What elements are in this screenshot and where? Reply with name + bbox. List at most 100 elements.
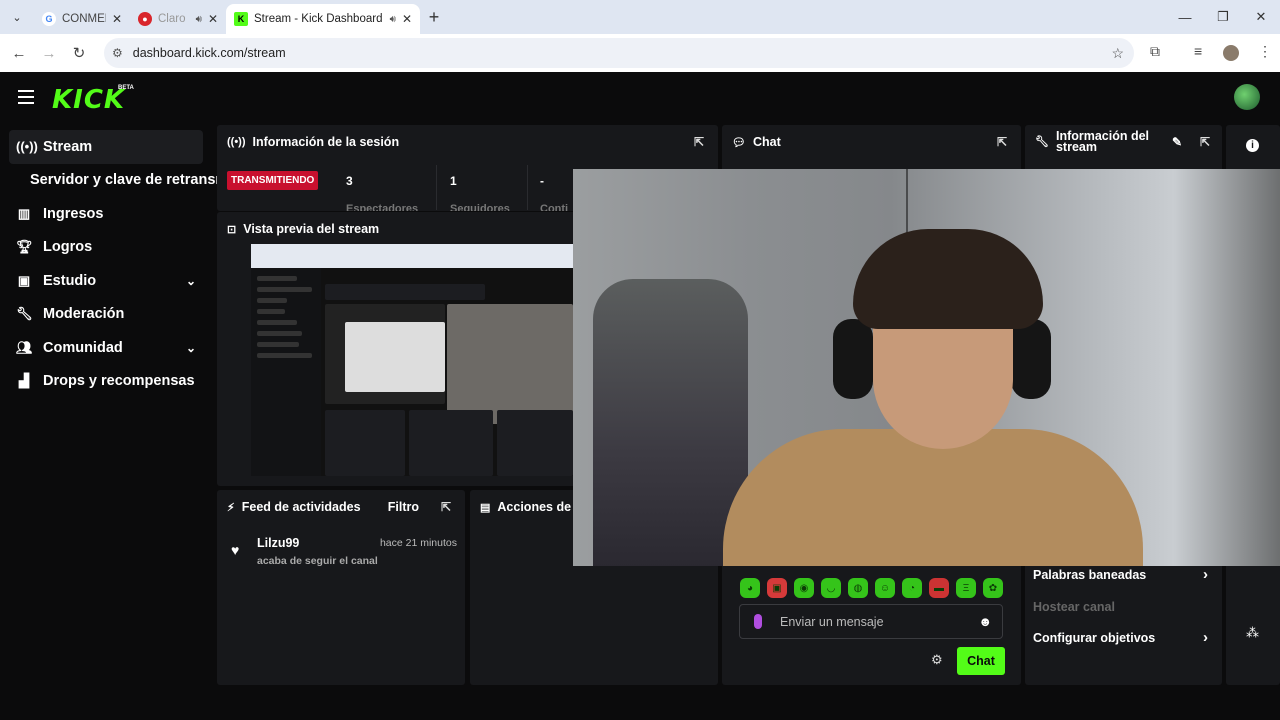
banned-words-link[interactable]: Palabras baneadas › [1033,566,1208,583]
preview-main [325,284,573,476]
close-window-icon[interactable]: ✕ [1242,0,1280,34]
forward-icon[interactable]: → [34,45,64,62]
microphone-icon[interactable] [754,614,762,629]
sidebar-item-label: Moderación [43,306,125,323]
edit-icon[interactable]: ✎ [1172,136,1182,148]
emoji-icon[interactable]: ☻ [978,614,992,629]
close-tab-icon[interactable]: ✕ [112,12,122,26]
emote-icon[interactable]: ✿ [983,578,1003,598]
emote-icon[interactable]: ▣ [767,578,787,598]
panel-header: 🔧︎ Información del stream ✎ ⇱ [1025,125,1222,159]
speaker-icon[interactable]: 🔊︎ [390,14,396,25]
popout-icon[interactable]: ⇱ [1200,136,1210,148]
top-navigation: KICK BETA [0,72,1280,124]
banned-words-label: Palabras baneadas [1033,568,1147,582]
heart-icon: ♥ [231,542,240,558]
url-field[interactable]: ⚙ dashboard.kick.com/stream ☆ [104,38,1134,68]
media-control-icon[interactable]: ≡ [1194,43,1202,59]
emote-icon[interactable]: ☺ [875,578,895,598]
browser-tab-conmebol[interactable]: G CONMEB ✕ [34,4,130,34]
site-settings-icon[interactable]: ⚙ [112,46,123,60]
kick-logo[interactable]: KICK [52,85,125,115]
panel-title: Información del stream [1055,129,1150,154]
sidebar-item-estudio[interactable]: ▣ Estudio ⌄ [0,264,214,298]
google-icon: G [42,12,56,26]
popout-icon[interactable]: ⇱ [997,135,1007,149]
sidebar-item-ingresos[interactable]: ▥ Ingresos [0,197,214,231]
emote-icon[interactable]: ◉ [794,578,814,598]
sidebar-item-drops[interactable]: ▟ Drops y recompensas [0,365,214,399]
emote-icon[interactable]: ◍ [848,578,868,598]
sidebar-item-server-key[interactable]: Servidor y clave de retransm [0,164,228,198]
followers-label: Seguidores [450,203,510,211]
emote-icon[interactable]: ◔ [902,578,922,598]
panel-title: Información de la sesión [252,135,400,149]
lightning-icon: ⚡︎ [227,501,235,514]
filter-button[interactable]: Filtro [388,500,419,514]
sidebar-item-label: Logros [43,239,93,256]
panel-header: ⚡︎ Feed de actividades Filtro ⇱ [217,490,465,524]
claro-icon: ● [138,12,152,26]
close-tab-icon[interactable]: ✕ [402,12,412,26]
browser-address-bar: ← → ↻ ⚙ dashboard.kick.com/stream ☆ ⧉ ≡ … [0,34,1280,72]
sidebar-item-comunidad[interactable]: 👥︎ Comunidad ⌄ [0,331,214,365]
feed-timestamp: hace 21 minutos [379,537,457,549]
back-icon[interactable]: ← [4,45,34,62]
browser-tab-kick-dashboard[interactable]: K Stream - Kick Dashboard 🔊︎ ✕ [226,4,420,34]
preview-icon: ⊡ [227,223,237,236]
wrench-icon: 🔧︎ [1035,135,1049,148]
menu-icon[interactable] [18,90,34,104]
profile-avatar-icon[interactable] [1223,45,1239,61]
popout-icon[interactable]: ⇱ [694,135,704,149]
bookmark-star-icon[interactable]: ☆ [1111,45,1124,62]
browser-menu-icon[interactable]: ⋮ [1258,43,1272,60]
kick-favicon-icon: K [234,12,248,26]
reload-icon[interactable]: ↻ [64,44,94,62]
restore-icon[interactable]: ❐ [1204,0,1242,34]
info-icon[interactable]: i [1246,139,1259,152]
tab-title: Claro [158,13,186,25]
send-chat-button[interactable]: Chat [957,647,1005,675]
studio-icon: ▣ [17,272,31,288]
sidebar-item-stream[interactable]: ((•)) Stream [9,130,203,164]
chat-message-input[interactable]: Enviar un mensaje ☻ [739,604,1003,639]
chevron-right-icon: › [1203,629,1208,646]
chevron-down-icon[interactable]: ⌄ [186,341,196,355]
user-avatar[interactable] [1234,84,1260,110]
url-text: dashboard.kick.com/stream [132,46,286,60]
emote-icon[interactable]: ◡ [821,578,841,598]
host-channel-label: Hostear canal [1033,600,1115,614]
feed-username[interactable]: Lilzu99 [257,536,299,550]
browser-tab-claro[interactable]: ● Claro 🔊︎ ✕ [130,4,226,34]
emote-icon[interactable]: ◕ [740,578,760,598]
host-channel-link[interactable]: Hostear canal [1033,600,1115,614]
new-tab-button[interactable]: + [420,7,448,28]
emote-icon[interactable]: ▬ [929,578,949,598]
share-nodes-icon[interactable]: ⁂ [1246,625,1259,641]
wrench-icon: 🔧︎ [16,306,33,322]
chevron-right-icon: › [1203,566,1208,583]
preview-browser-chrome [251,244,573,268]
emote-icon[interactable]: Ξ [956,578,976,598]
sidebar-item-label: Estudio [43,272,97,289]
popout-icon[interactable]: ⇱ [441,500,451,514]
chevron-down-icon[interactable]: ⌄ [186,274,196,288]
speaker-icon[interactable]: 🔊︎ [196,14,202,25]
configure-goals-link[interactable]: Configurar objetivos › [1033,629,1208,646]
panel-title: Vista previa del stream [243,222,380,236]
sidebar-item-moderacion[interactable]: 🔧︎ Moderación [0,298,214,332]
sidebar-item-label: Drops y recompensas [43,373,195,390]
window-controls: — ❐ ✕ [1166,0,1280,34]
minimize-icon[interactable]: — [1166,0,1204,34]
chat-settings-icon[interactable]: ⚙ [931,652,943,668]
panel-header: ((•)) Información de la sesión ⇱ [217,125,718,159]
extensions-icon[interactable]: ⧉ [1150,43,1160,60]
tab-search-dropdown-icon[interactable]: ⌄ [0,0,34,34]
followers-count: 1 [450,174,457,188]
sidebar-item-logros[interactable]: 🏆︎ Logros [0,231,214,265]
preview-sidebar [251,268,321,476]
trophy-icon: 🏆︎ [16,239,33,255]
emote-bar: ◕ ▣ ◉ ◡ ◍ ☺ ◔ ▬ Ξ ✿ [740,578,1003,598]
close-tab-icon[interactable]: ✕ [208,12,218,26]
sidebar-item-label: Comunidad [43,339,123,356]
